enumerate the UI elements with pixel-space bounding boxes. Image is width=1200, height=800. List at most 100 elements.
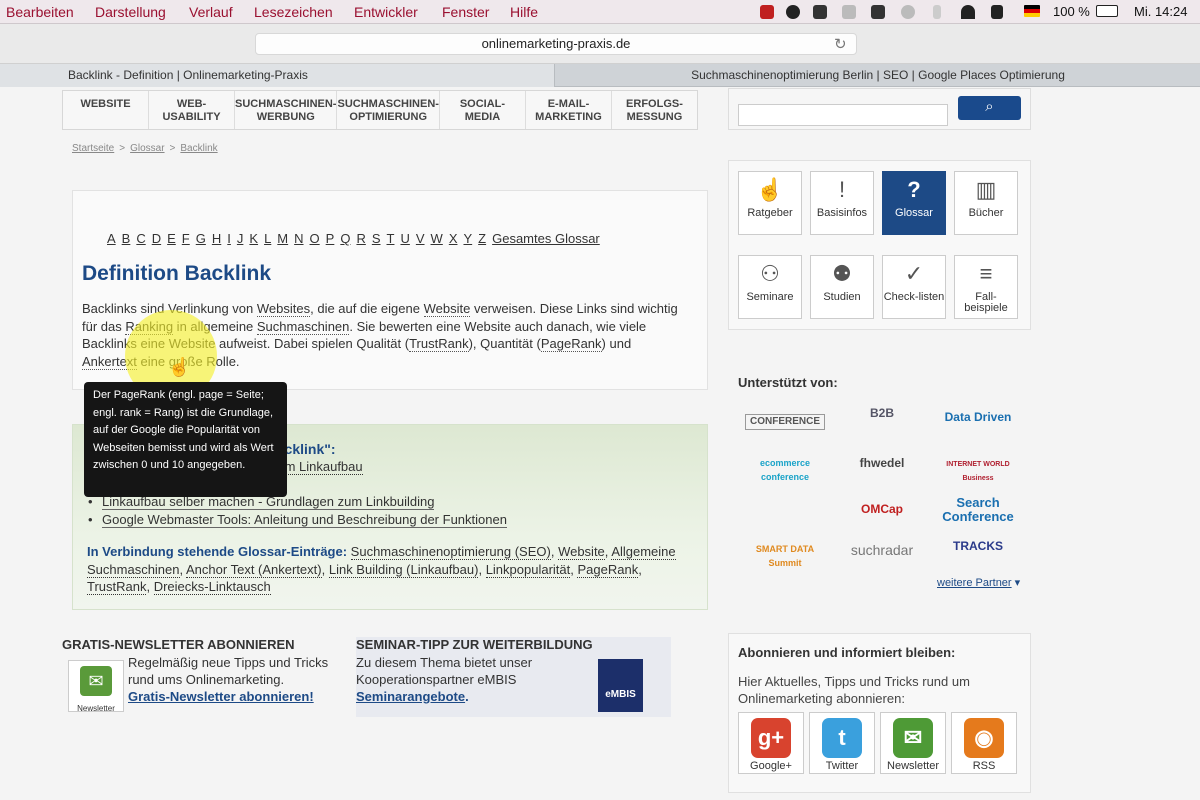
- partner-logo[interactable]: fhwedel: [842, 456, 922, 470]
- partner-logo[interactable]: Search Conference: [938, 496, 1018, 524]
- embis-logo[interactable]: eMBIS: [598, 659, 643, 712]
- dropbox-icon[interactable]: [813, 5, 827, 19]
- alphabet-letter[interactable]: S: [372, 231, 381, 246]
- alphabet-letter[interactable]: N: [294, 231, 303, 246]
- alphabet-letter[interactable]: G: [196, 231, 206, 246]
- nav-suchmaschinenoptimierung[interactable]: SUCHMASCHINEN- OPTIMIERUNG: [337, 91, 440, 129]
- tile-checklisten[interactable]: ✓ Check-listen: [882, 255, 946, 319]
- glossary-link[interactable]: Link Building (Linkaufbau): [328, 561, 479, 578]
- search-input[interactable]: [738, 104, 948, 126]
- alphabet-all-link[interactable]: Gesamtes Glossar: [492, 231, 600, 246]
- sync-icon[interactable]: [842, 5, 856, 19]
- gloss-link-website[interactable]: Website: [423, 301, 471, 317]
- more-partners-link[interactable]: weitere Partner: [937, 577, 1012, 589]
- alphabet-letter[interactable]: D: [152, 231, 161, 246]
- menu-hilfe[interactable]: Hilfe: [510, 4, 538, 20]
- breadcrumb-startseite[interactable]: Startseite: [72, 143, 114, 154]
- subscribe-newsletter[interactable]: ✉ Newsletter: [880, 712, 946, 774]
- alphabet-letter[interactable]: F: [182, 231, 190, 246]
- alphabet-letter[interactable]: I: [227, 231, 231, 246]
- newsletter-tile[interactable]: ✉ Newsletter: [68, 660, 124, 713]
- partner-logo[interactable]: OMCap: [842, 502, 922, 516]
- related-link[interactable]: Google Webmaster Tools: Anleitung und Be…: [102, 512, 507, 528]
- battery-icon[interactable]: [1096, 5, 1118, 17]
- partner-logo[interactable]: SMART DATA Summit: [745, 542, 825, 570]
- menu-lesezeichen[interactable]: Lesezeichen: [254, 4, 333, 20]
- alphabet-letter[interactable]: L: [264, 231, 271, 246]
- alphabet-letter[interactable]: A: [107, 231, 116, 246]
- glossary-link[interactable]: Linkpopularität: [485, 561, 571, 578]
- tile-buecher[interactable]: ▥ Bücher: [954, 171, 1018, 235]
- gloss-link-trustrank[interactable]: TrustRank: [409, 336, 469, 352]
- alphabet-letter[interactable]: P: [326, 231, 335, 246]
- record-icon[interactable]: [760, 5, 774, 19]
- partner-logo[interactable]: suchradar: [842, 543, 922, 557]
- nav-email-marketing[interactable]: E-MAIL- MARKETING: [526, 91, 612, 129]
- partner-logo[interactable]: TRACKS: [938, 539, 1018, 553]
- app-icon[interactable]: [786, 5, 800, 19]
- glossary-link[interactable]: Website: [558, 544, 605, 560]
- subscribe-googleplus[interactable]: g+ Google+: [738, 712, 804, 774]
- nav-erfolgsmessung[interactable]: ERFOLGS- MESSUNG: [612, 91, 697, 129]
- search-button[interactable]: ⌕: [958, 96, 1021, 120]
- alphabet-letter[interactable]: V: [416, 231, 425, 246]
- alphabet-letter[interactable]: M: [277, 231, 288, 246]
- tile-ratgeber[interactable]: ☝ Ratgeber: [738, 171, 802, 235]
- menu-bearbeiten[interactable]: Bearbeiten: [6, 4, 74, 20]
- alphabet-letter[interactable]: H: [212, 231, 221, 246]
- breadcrumb-backlink[interactable]: Backlink: [180, 143, 217, 154]
- partner-logo[interactable]: B2B: [842, 406, 922, 420]
- glossary-link[interactable]: Suchmaschinenoptimierung (SEO): [350, 544, 551, 560]
- subscribe-twitter[interactable]: t Twitter: [809, 712, 875, 774]
- tab-backlink-definition[interactable]: Backlink - Definition | Onlinemarketing-…: [0, 64, 555, 87]
- glossary-link[interactable]: Dreiecks-Linktausch: [153, 579, 271, 595]
- tile-fallbeispiele[interactable]: ≡ Fall-beispiele: [954, 255, 1018, 319]
- breadcrumb-glossar[interactable]: Glossar: [130, 143, 164, 154]
- alphabet-letter[interactable]: K: [249, 231, 258, 246]
- menu-verlauf[interactable]: Verlauf: [189, 4, 233, 20]
- partner-logo[interactable]: Data Driven: [938, 410, 1018, 424]
- tile-studien[interactable]: ⚉ Studien: [810, 255, 874, 319]
- alphabet-letter[interactable]: E: [167, 231, 176, 246]
- flag-de-icon[interactable]: [1024, 5, 1040, 17]
- alphabet-letter[interactable]: X: [449, 231, 458, 246]
- bluetooth-icon[interactable]: [933, 5, 941, 19]
- alphabet-letter[interactable]: Q: [340, 231, 350, 246]
- alphabet-letter[interactable]: J: [237, 231, 244, 246]
- gloss-link-pagerank[interactable]: PageRank: [540, 336, 602, 352]
- wifi-icon[interactable]: [961, 5, 975, 19]
- partner-logo[interactable]: CONFERENCE: [745, 414, 825, 430]
- nav-suchmaschinenwerbung[interactable]: SUCHMASCHINEN- WERBUNG: [235, 91, 338, 129]
- volume-icon[interactable]: [991, 5, 1003, 19]
- alphabet-letter[interactable]: C: [136, 231, 145, 246]
- alphabet-letter[interactable]: W: [431, 231, 443, 246]
- reload-icon[interactable]: ↻: [834, 35, 847, 53]
- gloss-link-suchmaschinen[interactable]: Suchmaschinen: [256, 318, 350, 335]
- partner-logo[interactable]: ecommerce conference: [745, 456, 825, 484]
- tile-seminare[interactable]: ⚇ Seminare: [738, 255, 802, 319]
- seminar-link[interactable]: Seminarangebote: [356, 689, 465, 704]
- menu-darstellung[interactable]: Darstellung: [95, 4, 166, 20]
- gloss-link-websites[interactable]: Websites: [256, 301, 311, 317]
- alphabet-letter[interactable]: T: [387, 231, 395, 246]
- nav-web-usability[interactable]: WEB- USABILITY: [149, 91, 236, 129]
- alphabet-letter[interactable]: B: [122, 231, 131, 246]
- menu-entwickler[interactable]: Entwickler: [354, 4, 418, 20]
- alphabet-letter[interactable]: O: [310, 231, 320, 246]
- glossary-link[interactable]: TrustRank: [87, 579, 147, 595]
- tile-basisinfos[interactable]: ! Basisinfos: [810, 171, 874, 235]
- clock[interactable]: Mi. 14:24: [1134, 4, 1187, 19]
- partner-logo[interactable]: INTERNET WORLD Business: [938, 458, 1018, 486]
- menu-fenster[interactable]: Fenster: [442, 4, 489, 20]
- subscribe-rss[interactable]: ◉ RSS: [951, 712, 1017, 774]
- alphabet-letter[interactable]: Y: [463, 231, 472, 246]
- glossary-link[interactable]: Anchor Text (Ankertext): [186, 561, 322, 578]
- newsletter-link[interactable]: Gratis-Newsletter abonnieren!: [128, 689, 314, 704]
- nav-website[interactable]: WEBSITE: [63, 91, 150, 129]
- glossary-link[interactable]: PageRank: [577, 561, 639, 578]
- address-bar[interactable]: onlinemarketing-praxis.de: [255, 33, 857, 55]
- timemachine-icon[interactable]: [901, 5, 915, 19]
- nav-social-media[interactable]: SOCIAL- MEDIA: [440, 91, 526, 129]
- alphabet-letter[interactable]: Z: [478, 231, 486, 246]
- tab-seo-berlin[interactable]: Suchmaschinenoptimierung Berlin | SEO | …: [556, 64, 1200, 87]
